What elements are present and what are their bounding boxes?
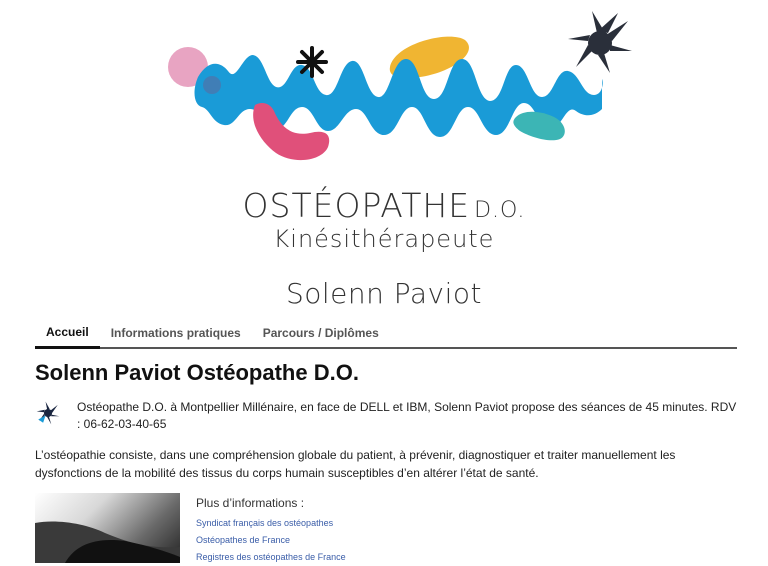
tab-parcours-diplomes[interactable]: Parcours / Diplômes [252,325,390,347]
page-title: Solenn Paviot Ostéopathe D.O. [35,360,359,385]
treatment-photo [35,493,180,563]
brand-title: OSTÉOPATHE D.O. [0,186,768,225]
brand-title-main: OSTÉOPATHE [242,186,471,225]
navy-dot-shape [203,76,221,94]
photo-silhouette [35,521,180,563]
brand-subtitle: Kinésithérapeute [273,225,495,253]
navy-splat-icon [568,11,632,73]
intro-text: Ostéopathe D.O. à Montpellier Millénaire… [77,400,737,431]
brand-name: Solenn Paviot [285,277,483,310]
osteopathy-description: L’ostéopathie consiste, dans une compréh… [35,448,676,480]
link-syndicat-francais[interactable]: Syndicat français des ostéopathes [196,515,346,532]
black-star-small-icon [296,46,328,78]
brand-title-suffix: D.O. [474,198,526,223]
splat-bullet-icon [36,401,60,425]
more-info-heading: Plus d’informations : [196,496,305,510]
tab-accueil[interactable]: Accueil [35,324,100,349]
link-registres-osteopathes[interactable]: Registres des ostéopathes de France [196,549,346,566]
more-info-panel: Plus d’informations : Syndicat français … [196,496,346,566]
main-nav: Accueil Informations pratiques Parcours … [35,323,737,349]
tab-informations-pratiques[interactable]: Informations pratiques [100,325,252,347]
logo-artwork [168,11,632,161]
link-osteopathes-de-france[interactable]: Ostéopathes de France [196,532,346,549]
